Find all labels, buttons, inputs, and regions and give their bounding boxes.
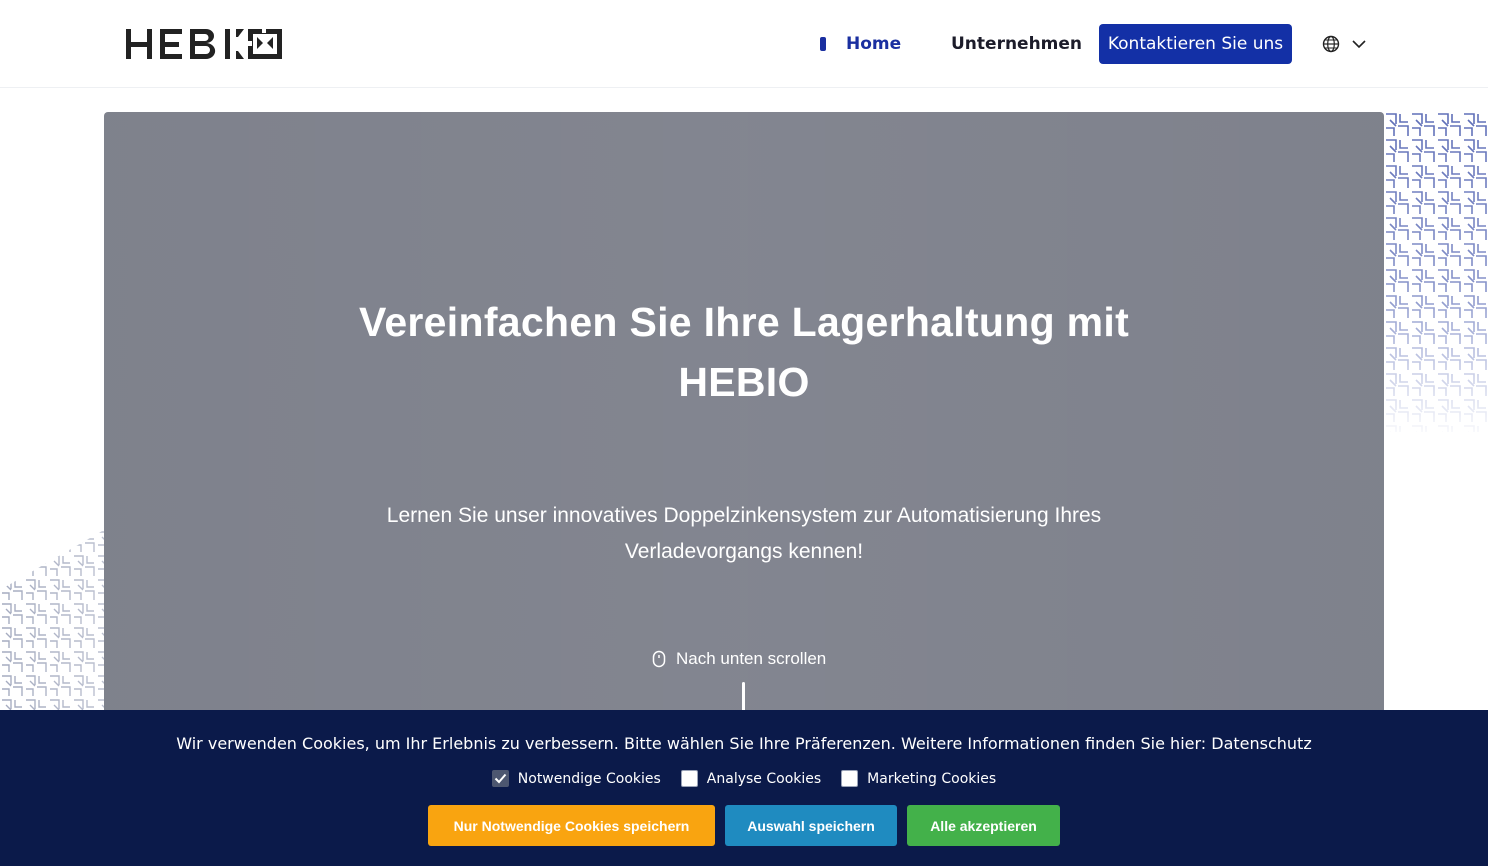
checkmark-icon bbox=[494, 773, 507, 784]
decorative-pattern-left bbox=[0, 530, 104, 715]
hero-overlay bbox=[104, 112, 1384, 712]
scroll-down-label: Nach unten scrollen bbox=[676, 649, 827, 668]
cookie-buttons: Nur Notwendige Cookies speichern Auswahl… bbox=[0, 805, 1488, 846]
scroll-indicator-line bbox=[742, 682, 745, 712]
chevron-down-icon bbox=[1352, 40, 1366, 49]
hebio-logo[interactable] bbox=[124, 26, 284, 62]
cookie-banner: Wir verwenden Cookies, um Ihr Erlebnis z… bbox=[0, 710, 1488, 866]
cookie-option-marketing[interactable]: Marketing Cookies bbox=[841, 770, 996, 787]
save-necessary-button[interactable]: Nur Notwendige Cookies speichern bbox=[428, 805, 715, 846]
nav-company[interactable]: Unternehmen bbox=[951, 24, 1082, 64]
checkbox-marketing[interactable] bbox=[841, 770, 859, 787]
hero-section: Vereinfachen Sie Ihre Lagerhaltung mit H… bbox=[104, 112, 1384, 712]
decorative-pattern-right bbox=[1384, 112, 1488, 432]
active-marker bbox=[820, 37, 826, 51]
cookie-option-label: Notwendige Cookies bbox=[517, 770, 661, 787]
accept-all-button[interactable]: Alle akzeptieren bbox=[907, 805, 1060, 846]
checkbox-necessary[interactable] bbox=[491, 770, 509, 787]
globe-icon bbox=[1322, 35, 1340, 53]
contact-button[interactable]: Kontaktieren Sie uns bbox=[1099, 24, 1292, 64]
cookie-option-label: Marketing Cookies bbox=[867, 770, 997, 787]
nav-home-label: Home bbox=[846, 34, 902, 54]
save-selection-button[interactable]: Auswahl speichern bbox=[725, 805, 897, 846]
nav-company-label: Unternehmen bbox=[951, 34, 1083, 54]
language-selector[interactable] bbox=[1322, 24, 1366, 64]
checkbox-analytics[interactable] bbox=[680, 770, 698, 787]
cookie-message: Wir verwenden Cookies, um Ihr Erlebnis z… bbox=[176, 734, 1312, 753]
hero-subtitle: Lernen Sie unser innovatives Doppelzinke… bbox=[386, 504, 1102, 563]
cookie-options: Notwendige Cookies Analyse Cookies Marke… bbox=[0, 770, 1488, 787]
scroll-down-hint[interactable]: Nach unten scrollen bbox=[652, 648, 842, 670]
nav-home[interactable]: Home bbox=[820, 24, 901, 64]
cookie-option-necessary[interactable]: Notwendige Cookies bbox=[491, 770, 661, 787]
hero-title: Vereinfachen Sie Ihre Lagerhaltung mit H… bbox=[358, 299, 1130, 405]
site-header: Home Unternehmen Kontaktieren Sie uns bbox=[0, 0, 1488, 88]
contact-button-label: Kontaktieren Sie uns bbox=[1107, 34, 1284, 54]
mouse-icon bbox=[652, 650, 666, 668]
cookie-option-label: Analyse Cookies bbox=[706, 770, 822, 787]
cookie-option-analytics[interactable]: Analyse Cookies bbox=[680, 770, 822, 787]
